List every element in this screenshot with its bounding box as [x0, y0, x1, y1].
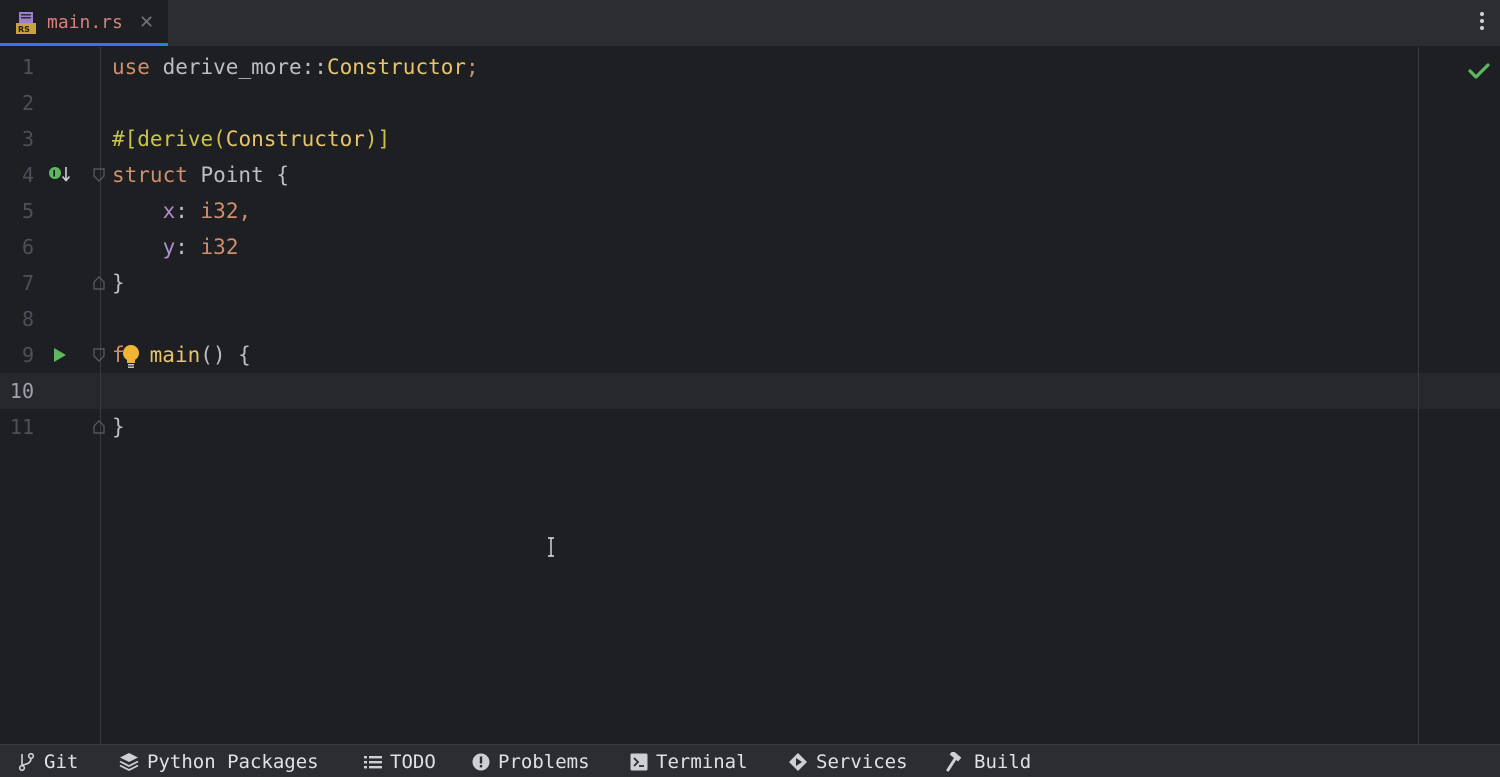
tool-label: TODO: [390, 750, 436, 773]
code-line: 5 x: i32,: [0, 193, 1500, 229]
code-line: 2: [0, 85, 1500, 121]
code-text[interactable]: }: [112, 265, 125, 301]
lightbulb-icon[interactable]: [120, 343, 142, 369]
fold-icon[interactable]: [93, 348, 105, 362]
code-line: 3 #[derive(Constructor)]: [0, 121, 1500, 157]
code-line: 7 }: [0, 265, 1500, 301]
tool-label: Services: [816, 750, 908, 773]
line-number: 5: [21, 199, 34, 223]
line-number: 7: [21, 271, 34, 295]
editor-tab-bar: RS main.rs ✕: [0, 0, 1500, 47]
line-number: 1: [21, 55, 34, 79]
run-icon[interactable]: [53, 347, 67, 363]
code-line-current: 10: [0, 373, 1500, 409]
tool-label: Git: [44, 750, 79, 773]
tool-todo[interactable]: TODO: [364, 745, 436, 777]
code-line: 6 y: i32: [0, 229, 1500, 265]
tool-label: Problems: [498, 750, 590, 773]
check-icon[interactable]: [1467, 61, 1491, 81]
line-number: 8: [21, 307, 34, 331]
line-number: 3: [21, 127, 34, 151]
more-options-icon[interactable]: [1476, 12, 1488, 34]
code-editor[interactable]: 1 use derive_more::Constructor; 2 3 #[de…: [0, 47, 1500, 744]
tool-label: Build: [974, 750, 1032, 773]
text-cursor-icon: [548, 537, 554, 557]
tool-window-bar: Git Python Packages TODO Problems Termin…: [0, 744, 1500, 777]
line-number: 9: [21, 343, 34, 367]
fold-icon[interactable]: [93, 168, 105, 182]
implemented-icon[interactable]: I: [48, 165, 72, 183]
code-text[interactable]: }: [112, 409, 125, 445]
code-text[interactable]: x: i32,: [112, 193, 252, 229]
tab-label: main.rs: [47, 12, 123, 33]
code-line: 11 }: [0, 409, 1500, 445]
list-icon: [364, 755, 382, 768]
git-branch-icon: [18, 752, 35, 771]
python-packages-icon: [119, 752, 139, 771]
svg-text:I: I: [53, 170, 56, 180]
line-number: 2: [21, 91, 34, 115]
line-number: 11: [9, 415, 34, 439]
tool-label: Python Packages: [147, 750, 319, 773]
code-text[interactable]: #[derive(Constructor)]: [112, 121, 390, 157]
code-text[interactable]: use derive_more::Constructor;: [112, 49, 479, 85]
hammer-icon: [946, 751, 962, 771]
tab-main-rs[interactable]: RS main.rs ✕: [0, 0, 168, 46]
code-line: 4 I struct Point {: [0, 157, 1500, 193]
tool-python-packages[interactable]: Python Packages: [119, 745, 319, 777]
ide-window: RS main.rs ✕ 1 use derive_more::Construc…: [0, 0, 1500, 777]
tool-terminal[interactable]: Terminal: [630, 745, 748, 777]
close-icon[interactable]: ✕: [139, 12, 154, 34]
services-icon: [789, 752, 807, 771]
terminal-icon: [630, 753, 648, 770]
fold-end-icon[interactable]: [93, 420, 105, 434]
code-text[interactable]: struct Point {: [112, 157, 289, 193]
code-line: 9 f main() {: [0, 337, 1500, 373]
fold-end-icon[interactable]: [93, 276, 105, 290]
tool-problems[interactable]: Problems: [472, 745, 590, 777]
code-text[interactable]: y: i32: [112, 229, 239, 265]
rust-file-icon: RS: [16, 12, 36, 34]
code-line: 8: [0, 301, 1500, 337]
tool-services[interactable]: Services: [788, 745, 908, 777]
line-number: 4: [21, 163, 34, 187]
tool-git[interactable]: Git: [18, 745, 78, 777]
svg-text:RS: RS: [18, 25, 30, 34]
problems-icon: [472, 753, 490, 770]
code-line: 1 use derive_more::Constructor;: [0, 49, 1500, 85]
line-number: 6: [21, 235, 34, 259]
tool-label: Terminal: [656, 750, 748, 773]
tool-build[interactable]: Build: [946, 745, 1031, 777]
line-number: 10: [9, 379, 34, 403]
